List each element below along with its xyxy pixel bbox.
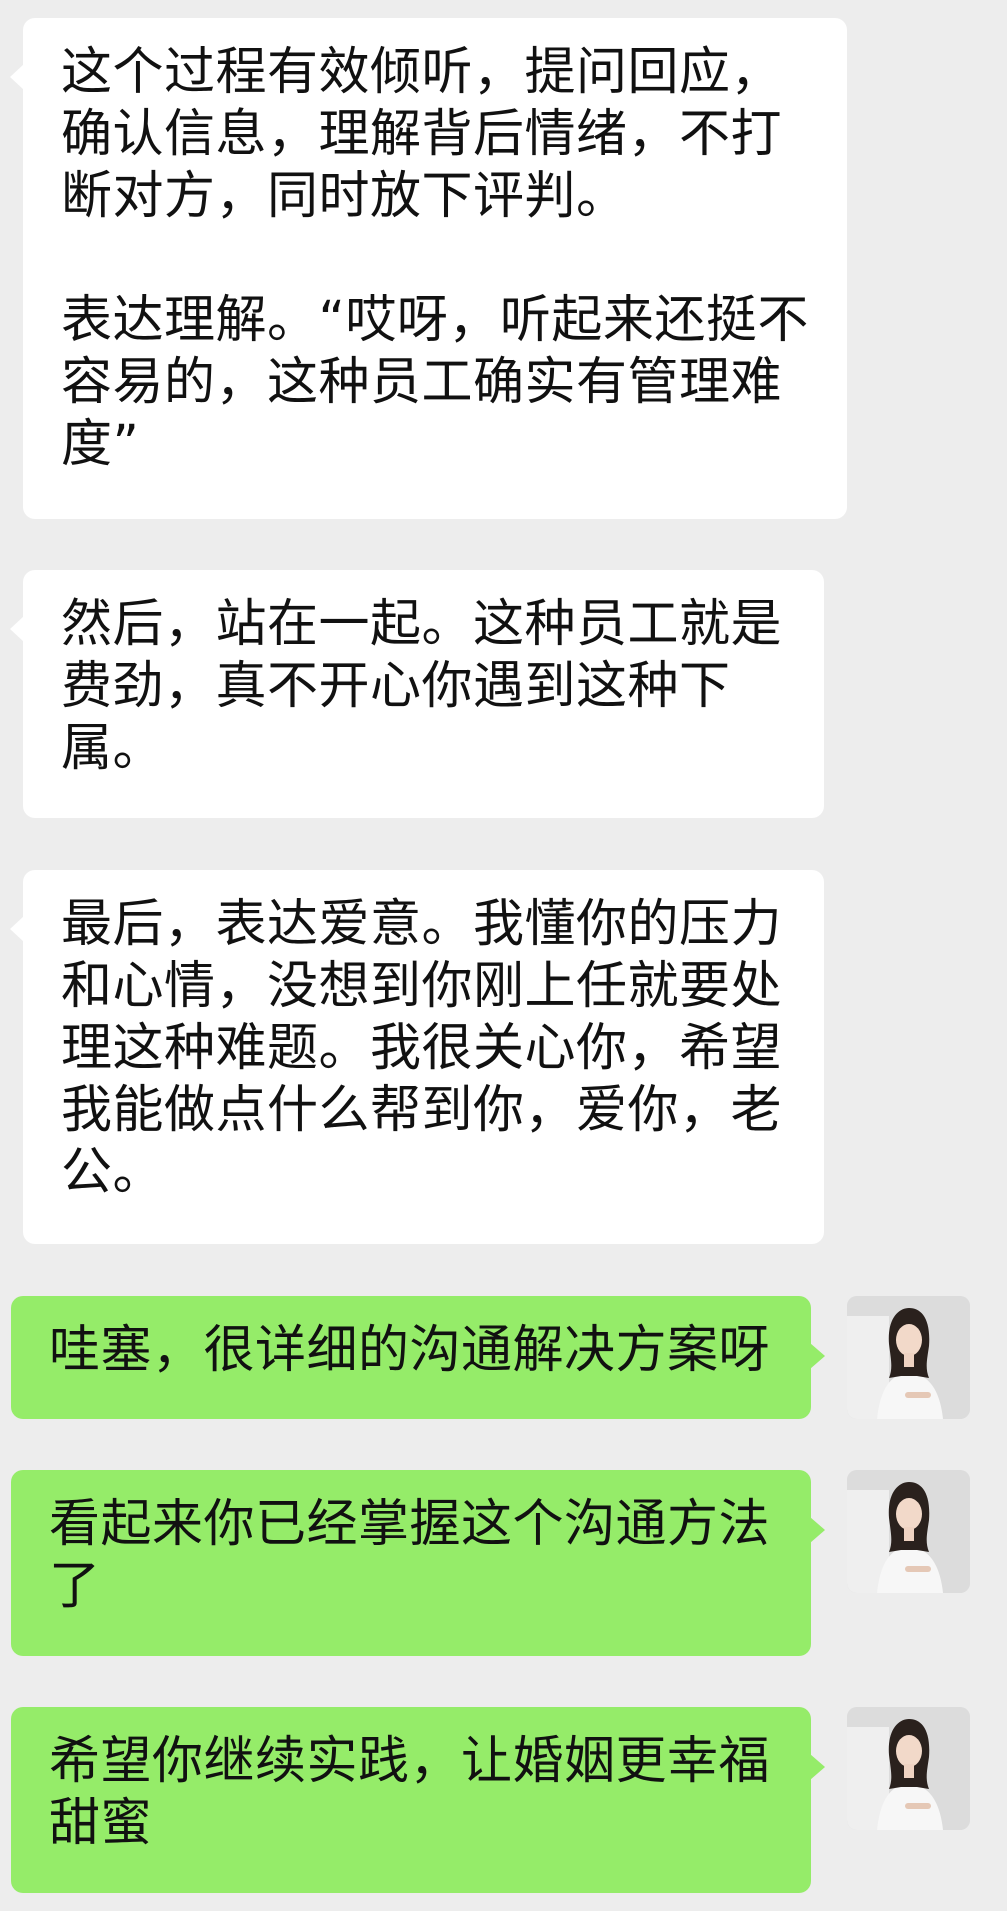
incoming-message-bubble[interactable]: 这个过程有效倾听，提问回应， 确认信息，理解背后情绪，不打 断对方，同时放下评判… (10, 18, 847, 519)
user-avatar[interactable] (847, 1707, 970, 1830)
user-avatar[interactable] (847, 1470, 970, 1593)
outgoing-message-bubble[interactable]: 看起来你已经掌握这个沟通方法 了 (11, 1470, 825, 1656)
incoming-message-bubble[interactable]: 最后，表达爱意。我懂你的压力 和心情，没想到你刚上任就要处 理这种难题。我很关心… (10, 870, 824, 1244)
incoming-message-bubble[interactable]: 然后，站在一起。这种员工就是 费劲，真不开心你遇到这种下 属。 (10, 570, 824, 818)
user-avatar-icon (847, 1707, 970, 1830)
chat-message-list[interactable]: 这个过程有效倾听，提问回应， 确认信息，理解背后情绪，不打 断对方，同时放下评判… (0, 0, 1007, 1911)
outgoing-message-bubble[interactable]: 希望你继续实践，让婚姻更幸福 甜蜜 (11, 1707, 825, 1893)
user-avatar[interactable] (847, 1296, 970, 1419)
user-avatar-icon (847, 1296, 970, 1419)
user-avatar-icon (847, 1470, 970, 1593)
outgoing-message-bubble[interactable]: 哇塞，很详细的沟通解决方案呀 (11, 1296, 825, 1419)
